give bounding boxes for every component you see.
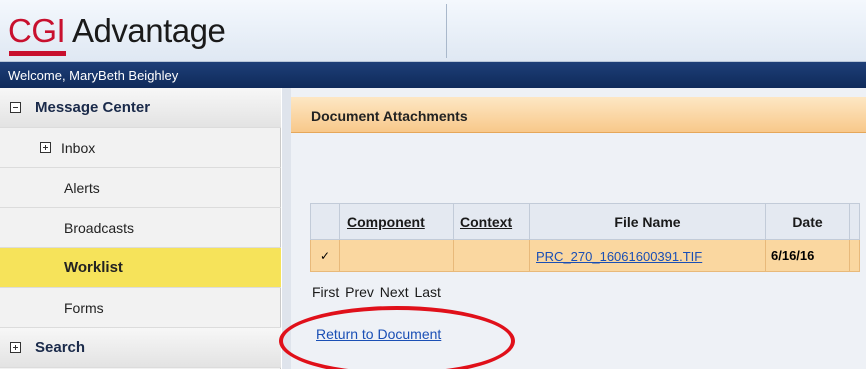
sidebar-item-label: Worklist <box>64 259 123 276</box>
attachments-table: Component Context File Name Date ✓ PRC_2… <box>310 203 860 272</box>
column-header-date: Date <box>765 203 850 240</box>
sidebar-item-label: Message Center <box>35 99 151 116</box>
logo-brand: CGI <box>8 12 66 49</box>
column-header-context[interactable]: Context <box>453 203 530 240</box>
cell-context <box>453 239 530 272</box>
table-row[interactable]: ✓ PRC_270_16061600391.TIF 6/16/16 <box>310 239 860 272</box>
pager-prev[interactable]: Prev <box>345 284 374 300</box>
cell-date: 6/16/16 <box>765 239 850 272</box>
cell-extra <box>849 239 860 272</box>
pager-first[interactable]: First <box>312 284 339 300</box>
cell-file-name: PRC_270_16061600391.TIF <box>529 239 766 272</box>
cell-component <box>339 239 454 272</box>
expand-icon[interactable] <box>10 342 21 353</box>
column-header-file-name: File Name <box>529 203 766 240</box>
pager: First Prev Next Last <box>312 284 443 300</box>
sidebar-item-inbox[interactable]: Inbox <box>0 128 281 168</box>
row-check-icon[interactable]: ✓ <box>310 239 340 272</box>
sidebar-item-label: Inbox <box>61 139 96 156</box>
logo-underline <box>9 51 66 56</box>
file-name-link[interactable]: PRC_270_16061600391.TIF <box>536 249 702 264</box>
sidebar-item-broadcasts[interactable]: Broadcasts <box>0 208 281 248</box>
sidebar-item-label: Broadcasts <box>64 219 135 236</box>
sidebar-item-label: Search <box>35 339 86 356</box>
header-divider <box>446 4 447 58</box>
app-header: CGI Advantage <box>0 0 866 62</box>
sidebar-item-forms[interactable]: Forms <box>0 288 281 328</box>
expand-icon[interactable] <box>40 142 51 153</box>
welcome-bar: Welcome, MaryBeth Beighley <box>0 62 866 88</box>
app-logo: CGI Advantage <box>8 12 226 49</box>
column-header-select <box>310 203 340 240</box>
sidebar: Message Center Inbox Alerts Broadcasts W… <box>0 88 281 369</box>
column-header-extra <box>849 203 860 240</box>
column-header-component[interactable]: Component <box>339 203 454 240</box>
sidebar-item-worklist[interactable]: Worklist <box>0 248 281 288</box>
collapse-icon[interactable] <box>10 102 21 113</box>
pager-next[interactable]: Next <box>380 284 409 300</box>
sidebar-item-search[interactable]: Search <box>0 328 281 368</box>
sidebar-item-alerts[interactable]: Alerts <box>0 168 281 208</box>
panel-title: Document Attachments <box>291 97 866 133</box>
logo-product: Advantage <box>72 12 226 49</box>
sidebar-item-message-center[interactable]: Message Center <box>0 88 281 128</box>
sidebar-item-label: Alerts <box>64 179 100 196</box>
table-header-row: Component Context File Name Date <box>310 203 860 240</box>
sidebar-item-label: Forms <box>64 299 104 316</box>
highlight-annotation <box>279 306 515 369</box>
pager-last[interactable]: Last <box>414 284 440 300</box>
